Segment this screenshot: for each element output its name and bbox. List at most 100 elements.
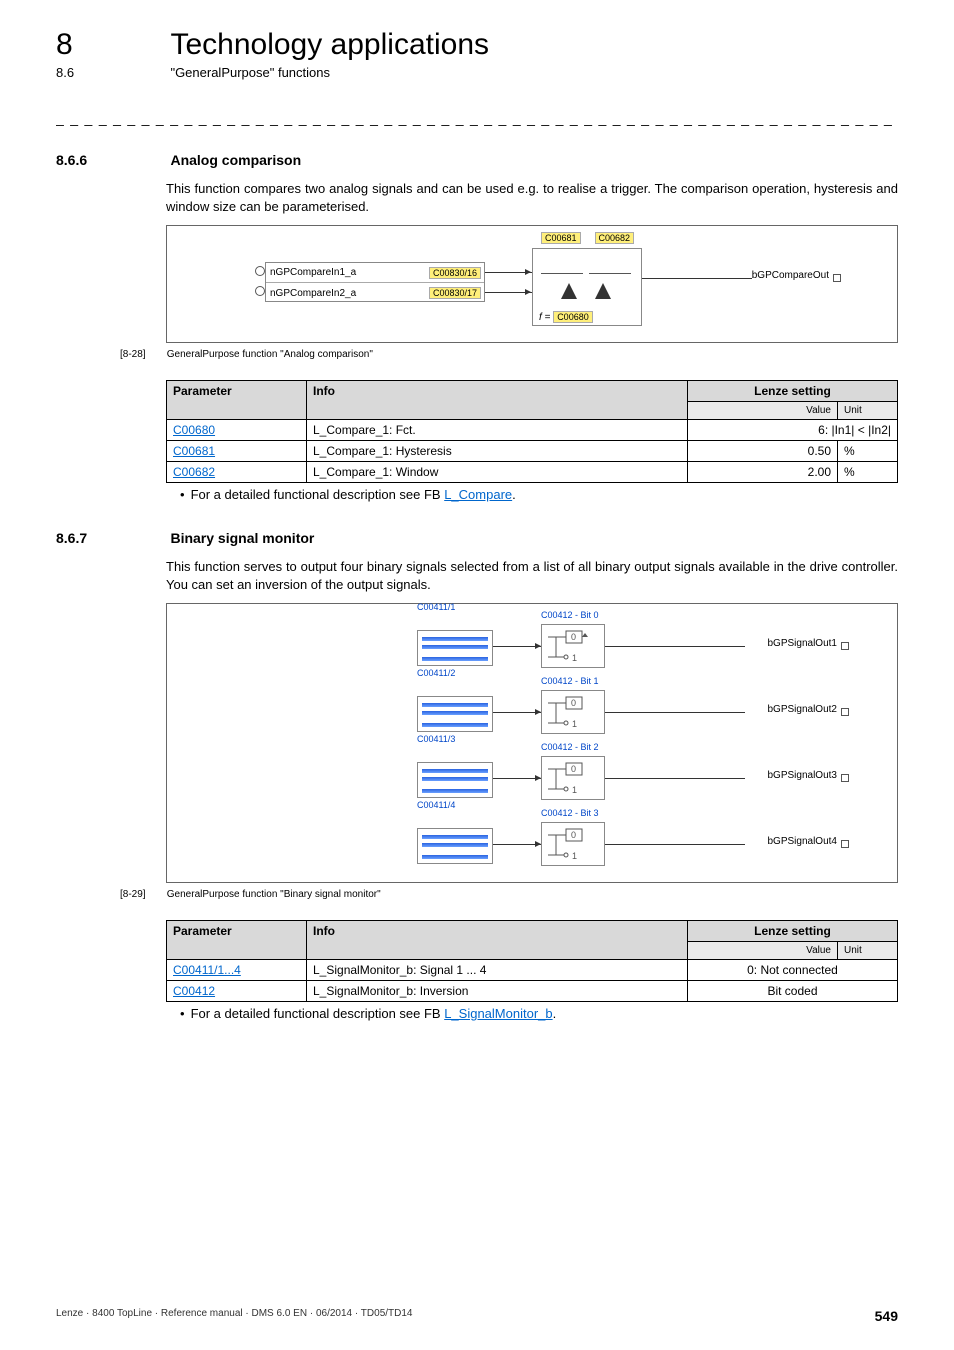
- svg-text:1: 1: [572, 719, 577, 729]
- param-link[interactable]: C00411/1...4: [167, 960, 307, 981]
- svg-text:0: 0: [571, 764, 576, 774]
- output-label: bGPCompareOut: [752, 270, 829, 281]
- output-port-icon: [833, 274, 841, 282]
- parameter-table: Parameter Info Lenze setting Value Unit …: [166, 920, 898, 1002]
- output-port-icon: [841, 840, 849, 848]
- th-parameter: Parameter: [167, 381, 307, 420]
- code-badge[interactable]: C00682: [595, 232, 635, 244]
- page-footer: Lenze · 8400 TopLine · Reference manual …: [56, 1308, 898, 1324]
- svg-text:1: 1: [572, 785, 577, 795]
- inversion-block: 0 1: [541, 624, 605, 668]
- th-setting: Lenze setting: [688, 921, 898, 942]
- inversion-block: 01: [541, 822, 605, 866]
- param-link[interactable]: C00680: [167, 420, 307, 441]
- footer-text: Lenze · 8400 TopLine · Reference manual …: [56, 1308, 413, 1324]
- param-value: 0.50: [688, 441, 838, 462]
- svg-text:0: 0: [571, 632, 576, 642]
- function-prefix: f =: [539, 312, 550, 323]
- param-unit: %: [838, 441, 898, 462]
- th-info: Info: [307, 921, 688, 960]
- triangle-icon: [595, 283, 611, 299]
- divider: _ _ _ _ _ _ _ _ _ _ _ _ _ _ _ _ _ _ _ _ …: [56, 110, 898, 126]
- input-label: nGPCompareIn1_a: [266, 267, 429, 278]
- selector-block: [417, 696, 493, 732]
- param-link[interactable]: C00412: [167, 981, 307, 1002]
- bullet-icon: •: [180, 487, 185, 502]
- code-label[interactable]: C00411/3: [417, 734, 455, 744]
- fb-link[interactable]: L_SignalMonitor_b: [444, 1006, 552, 1021]
- arrow-icon: [525, 289, 531, 295]
- svg-text:1: 1: [572, 653, 577, 663]
- input-port-icon: [255, 286, 265, 296]
- inversion-block: 01: [541, 690, 605, 734]
- param-value: 6: |In1| < |In2|: [688, 420, 898, 441]
- bullet-note: •For a detailed functional description s…: [180, 1006, 898, 1021]
- param-link[interactable]: C00681: [167, 441, 307, 462]
- code-label[interactable]: C00411/2: [417, 668, 455, 678]
- inversion-icon: 0 1: [544, 627, 604, 667]
- param-unit: %: [838, 462, 898, 483]
- subsection-title: Analog comparison: [170, 152, 301, 168]
- bullet-icon: •: [180, 1006, 185, 1021]
- input-port-icon: [255, 266, 265, 276]
- param-value: 0: Not connected: [688, 960, 898, 981]
- subsection-number: 8.6.6: [56, 152, 166, 168]
- input-signal-box: nGPCompareIn1_a C00830/16 nGPCompareIn2_…: [265, 262, 485, 302]
- svg-text:0: 0: [571, 698, 576, 708]
- code-label[interactable]: C00412 - Bit 3: [541, 808, 599, 818]
- code-label[interactable]: C00412 - Bit 1: [541, 676, 599, 686]
- table-row: C00680 L_Compare_1: Fct. 6: |In1| < |In2…: [167, 420, 898, 441]
- th-parameter: Parameter: [167, 921, 307, 960]
- param-value: Bit coded: [688, 981, 898, 1002]
- code-label[interactable]: C00411/1: [417, 602, 455, 612]
- table-row: C00681 L_Compare_1: Hysteresis 0.50 %: [167, 441, 898, 462]
- param-info: L_Compare_1: Fct.: [307, 420, 688, 441]
- th-unit: Unit: [838, 942, 898, 960]
- param-info: L_SignalMonitor_b: Inversion: [307, 981, 688, 1002]
- param-info: L_SignalMonitor_b: Signal 1 ... 4: [307, 960, 688, 981]
- output-label: bGPSignalOut3: [768, 770, 838, 781]
- table-row: C00411/1...4 L_SignalMonitor_b: Signal 1…: [167, 960, 898, 981]
- wire: [642, 278, 752, 279]
- output-label: bGPSignalOut2: [768, 704, 838, 715]
- body-paragraph: This function serves to output four bina…: [166, 558, 898, 593]
- figure-binary-signal-monitor: C00411/1 C00412 - Bit 0 0 1 bGPSi: [166, 603, 898, 883]
- code-label[interactable]: C00411/4: [417, 800, 455, 810]
- param-info: L_Compare_1: Window: [307, 462, 688, 483]
- arrow-icon: [525, 269, 531, 275]
- output-port-icon: [841, 642, 849, 650]
- table-row: C00412 L_SignalMonitor_b: Inversion Bit …: [167, 981, 898, 1002]
- output-port-icon: [841, 708, 849, 716]
- caption-text: GeneralPurpose function "Binary signal m…: [167, 889, 381, 900]
- code-label[interactable]: C00412 - Bit 0: [541, 610, 599, 620]
- selector-block: [417, 630, 493, 666]
- code-badge[interactable]: C00830/17: [429, 287, 481, 299]
- selector-block: [417, 762, 493, 798]
- figure-caption: [8-29] GeneralPurpose function "Binary s…: [56, 889, 898, 900]
- th-value: Value: [688, 942, 838, 960]
- code-badge[interactable]: C00680: [553, 311, 593, 323]
- param-link[interactable]: C00682: [167, 462, 307, 483]
- th-info: Info: [307, 381, 688, 420]
- body-paragraph: This function compares two analog signal…: [166, 180, 898, 215]
- param-info: L_Compare_1: Hysteresis: [307, 441, 688, 462]
- parameter-table: Parameter Info Lenze setting Value Unit …: [166, 380, 898, 483]
- chapter-number: 8: [56, 28, 166, 62]
- svg-text:1: 1: [572, 851, 577, 861]
- code-badge[interactable]: C00830/16: [429, 267, 481, 279]
- caption-number: [8-29]: [120, 889, 164, 900]
- chapter-header: 8 Technology applications: [56, 28, 898, 62]
- fb-link[interactable]: L_Compare: [444, 487, 512, 502]
- param-value: 2.00: [688, 462, 838, 483]
- input-label: nGPCompareIn2_a: [266, 288, 429, 299]
- output-port-icon: [841, 774, 849, 782]
- inversion-block: 01: [541, 756, 605, 800]
- th-setting: Lenze setting: [688, 381, 898, 402]
- code-badge[interactable]: C00681: [541, 232, 581, 244]
- bullet-note: •For a detailed functional description s…: [180, 487, 898, 502]
- output-label: bGPSignalOut1: [768, 638, 838, 649]
- selector-block: [417, 828, 493, 864]
- chapter-title: Technology applications: [170, 28, 489, 62]
- code-label[interactable]: C00412 - Bit 2: [541, 742, 599, 752]
- subsection-number: 8.6.7: [56, 530, 166, 546]
